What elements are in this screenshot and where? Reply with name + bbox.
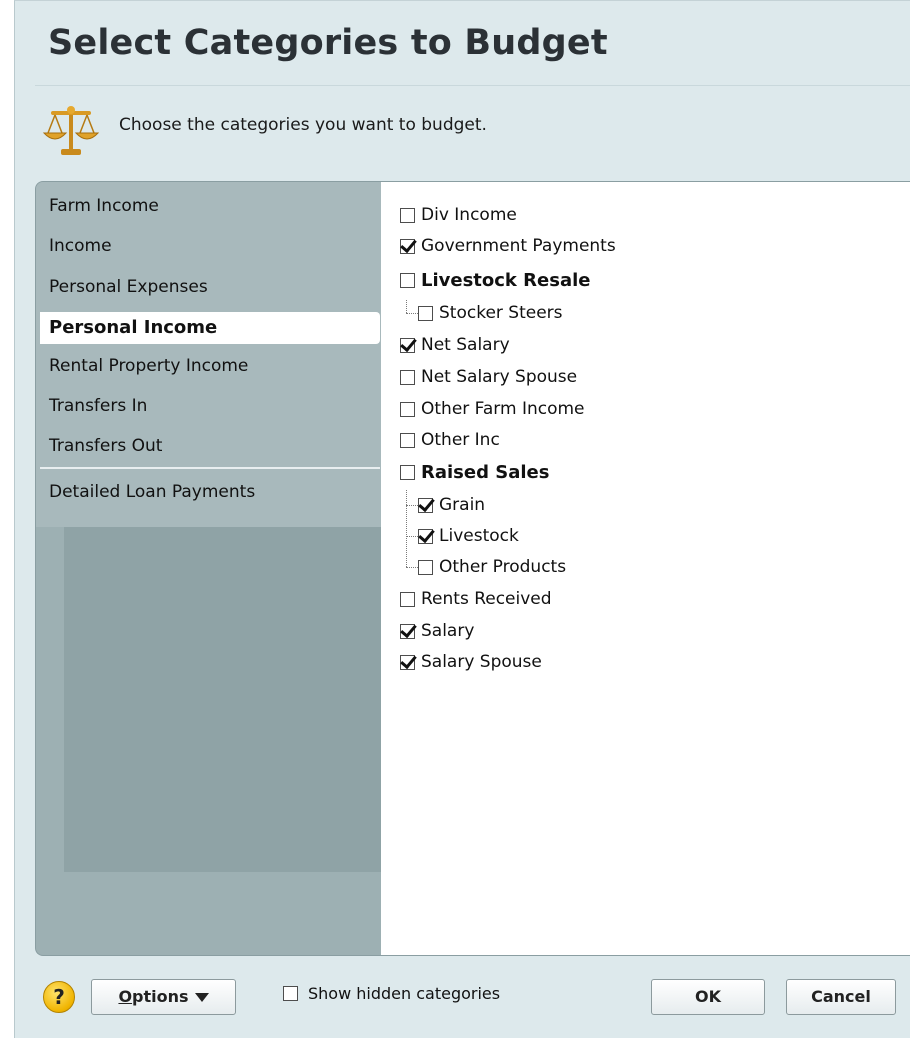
category-label: Livestock Resale [421,269,591,291]
tree-connector [406,505,418,506]
caret-down-icon [194,993,209,1002]
group-item-rental-property-income[interactable]: Rental Property Income [49,356,248,376]
scale-icon [42,106,100,155]
category-row[interactable]: Livestock [418,524,519,548]
options-label-accesskey: O [118,987,133,1006]
tree-connector [406,536,418,537]
category-checkbox[interactable] [418,497,433,513]
show-hidden-checkbox[interactable] [283,986,298,1001]
group-item-personal-expenses[interactable]: Personal Expenses [49,277,208,297]
category-checkbox[interactable] [400,337,415,353]
category-row[interactable]: Salary Spouse [400,650,542,674]
category-label: Other Inc [421,430,500,450]
category-checkbox[interactable] [400,591,415,607]
select-categories-dialog: Select Categories to Budget Choose the c… [14,0,910,1038]
ok-button[interactable]: OK [651,979,765,1015]
options-label: ptions [132,987,189,1006]
category-row[interactable]: Grain [418,493,485,517]
category-checkbox[interactable] [400,369,415,385]
dialog-footer: ? Options Show hidden categories OK Canc… [15,961,910,1039]
category-row[interactable]: Rents Received [400,587,552,611]
title-divider [35,85,910,86]
category-checklist: Div Income Government Payments Livestock… [381,181,910,956]
category-label: Other Products [439,557,567,577]
group-item-transfers-in[interactable]: Transfers In [49,396,147,416]
cancel-button[interactable]: Cancel [786,979,896,1015]
category-checkbox[interactable] [400,432,415,448]
dialog-title: Select Categories to Budget [48,23,608,63]
group-item-farm-income[interactable]: Farm Income [49,196,159,216]
category-label: Net Salary [421,335,510,355]
category-row[interactable]: Stocker Steers [418,301,563,325]
tree-connector [406,567,418,568]
category-label: Salary Spouse [421,652,542,672]
category-checkbox[interactable] [400,272,415,288]
category-checkbox[interactable] [418,528,433,544]
category-label: Div Income [421,205,517,225]
category-row[interactable]: Other Farm Income [400,397,585,421]
category-group-list: Farm Income Income Personal Expenses Per… [35,181,395,956]
question-mark-icon[interactable]: ? [43,981,75,1013]
instruction-text: Choose the categories you want to budget… [119,115,487,135]
category-row[interactable]: Other Products [418,555,566,579]
group-item-detailed-loan-payments[interactable]: Detailed Loan Payments [49,482,255,502]
category-label: Rents Received [421,589,552,609]
category-checkbox[interactable] [400,623,415,639]
show-hidden-label[interactable]: Show hidden categories [308,984,500,1003]
options-button[interactable]: Options [91,979,236,1015]
tree-connector [406,313,418,314]
category-checkbox[interactable] [400,464,415,480]
category-checkbox[interactable] [418,559,433,575]
category-checkbox[interactable] [400,207,415,223]
category-row[interactable]: Salary [400,619,474,643]
tree-connector [406,300,407,313]
category-label: Livestock [439,526,519,546]
category-row[interactable]: Raised Sales [400,460,549,484]
category-row[interactable]: Other Inc [400,428,500,452]
category-label: Government Payments [421,236,616,256]
group-item-transfers-out[interactable]: Transfers Out [49,436,162,456]
category-label: Salary [421,621,475,641]
group-item-income[interactable]: Income [49,236,112,256]
category-label: Other Farm Income [421,399,585,419]
category-label: Grain [439,495,486,515]
category-row[interactable]: Livestock Resale [400,268,590,292]
category-label: Raised Sales [421,461,550,483]
category-label: Net Salary Spouse [421,367,578,387]
category-checkbox[interactable] [400,238,415,254]
category-checkbox[interactable] [418,305,433,321]
group-list-divider [40,467,380,469]
category-row[interactable]: Net Salary Spouse [400,365,577,389]
category-row[interactable]: Net Salary [400,333,510,357]
tree-connector [406,490,407,567]
category-checkbox[interactable] [400,401,415,417]
group-item-personal-income[interactable]: Personal Income [40,312,380,344]
category-label: Stocker Steers [439,303,563,323]
category-row[interactable]: Div Income [400,203,517,227]
category-row[interactable]: Government Payments [400,234,616,258]
category-checkbox[interactable] [400,654,415,670]
